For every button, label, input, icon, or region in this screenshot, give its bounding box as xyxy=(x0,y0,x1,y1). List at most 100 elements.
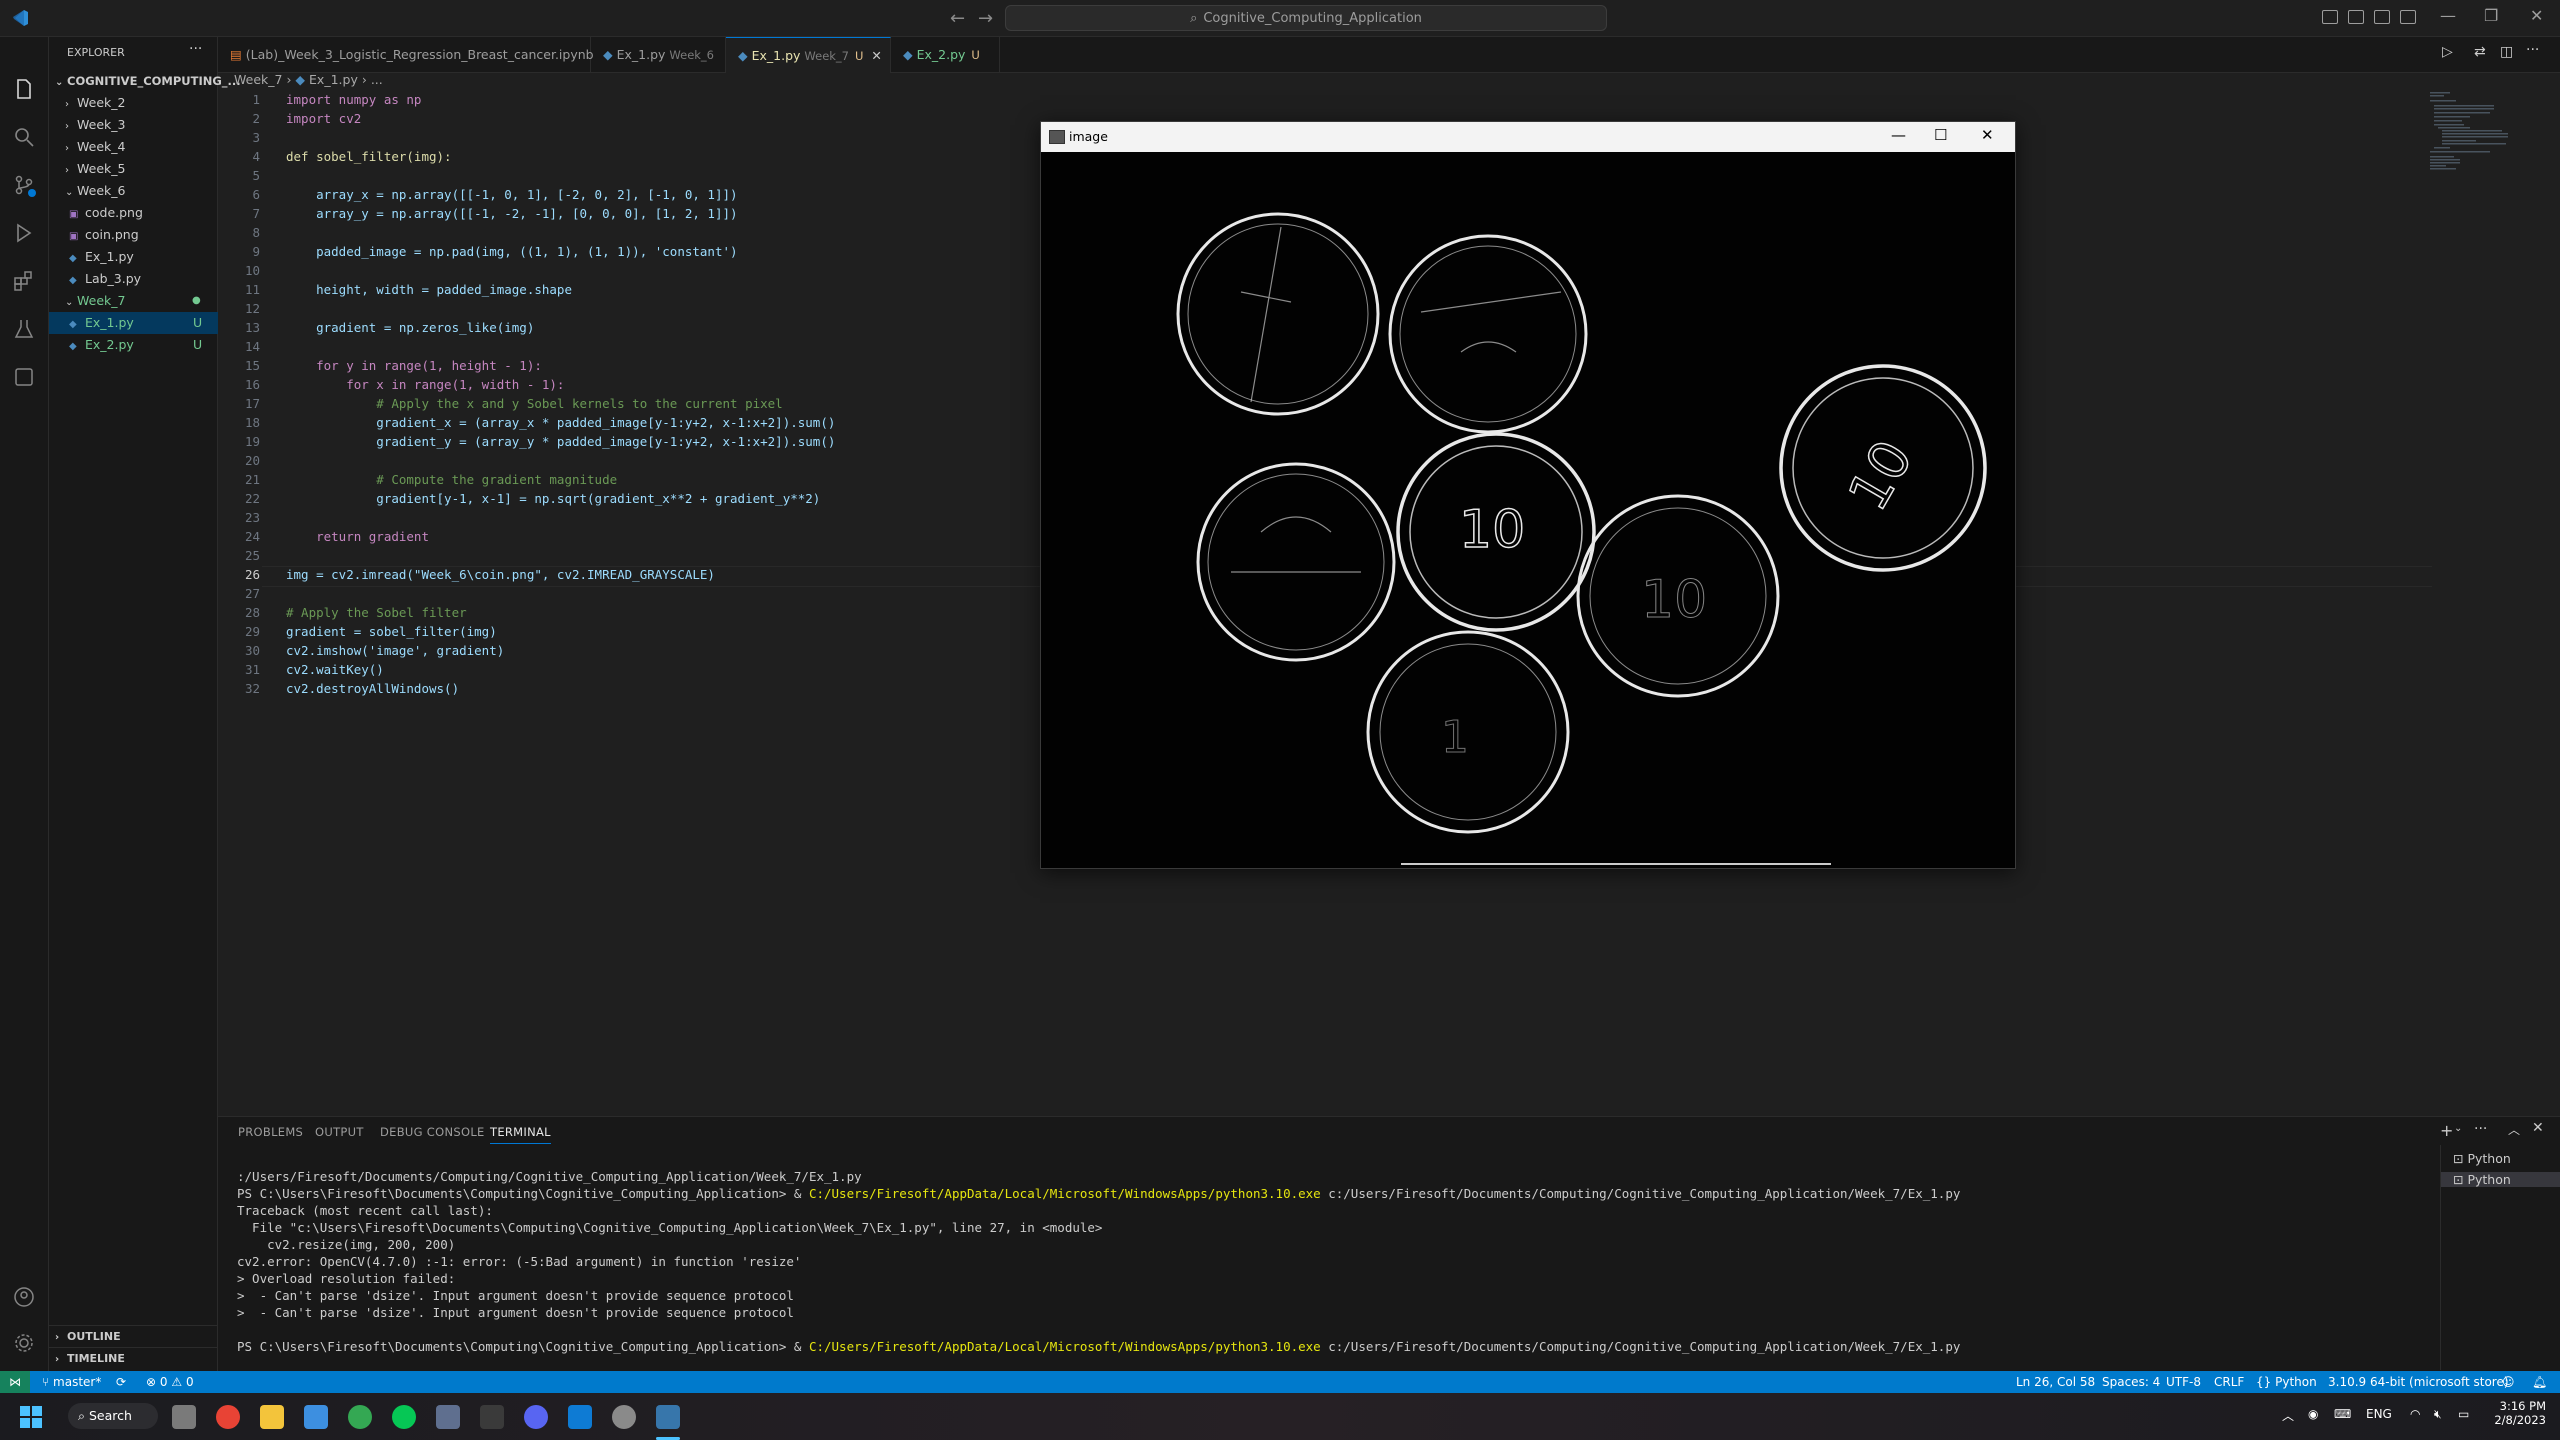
toggle-panel-icon[interactable] xyxy=(2348,10,2364,24)
code-line[interactable]: gradient_y = (array_y * padded_image[y-1… xyxy=(286,434,835,449)
vscode-taskbar-icon[interactable] xyxy=(568,1405,592,1429)
settings-app-icon[interactable] xyxy=(612,1405,636,1429)
code-line[interactable]: for x in range(1, width - 1): xyxy=(286,377,564,392)
maximize-icon[interactable]: ☐ xyxy=(1934,126,1947,144)
store-icon[interactable] xyxy=(304,1405,328,1429)
chevron-up-icon[interactable]: ︿ xyxy=(2282,1407,2294,1424)
testing-icon[interactable] xyxy=(12,317,36,341)
chrome-profile-icon[interactable] xyxy=(348,1405,372,1429)
cursor-position[interactable]: Ln 26, Col 58 xyxy=(2016,1371,2095,1393)
python-app-icon[interactable] xyxy=(656,1405,680,1429)
image-window-titlebar[interactable]: image — ☐ ✕ xyxy=(1041,122,2015,152)
code-line[interactable]: img = cv2.imread("Week_6\coin.png", cv2.… xyxy=(286,567,715,582)
encoding[interactable]: UTF-8 xyxy=(2166,1371,2201,1393)
breadcrumb[interactable]: Week_7 › ◆ Ex_1.py › ... xyxy=(234,72,383,90)
branch-indicator[interactable]: ⑂ master* xyxy=(42,1371,101,1393)
code-line[interactable]: height, width = padded_image.shape xyxy=(286,282,572,297)
new-terminal-icon[interactable]: + xyxy=(2440,1121,2453,1140)
code-line[interactable]: cv2.waitKey() xyxy=(286,662,384,677)
code-line[interactable]: cv2.destroyAllWindows() xyxy=(286,681,459,696)
sidebar-item-week7[interactable]: ⌄ Week_7 ● xyxy=(49,290,233,312)
tab-lab-week3-notebook[interactable]: ▤ (Lab)_Week_3_Logistic_Regression_Breas… xyxy=(218,37,594,72)
code-line[interactable]: array_x = np.array([[-1, 0, 1], [-2, 0, … xyxy=(286,187,737,202)
sidebar-item-week7-ex1[interactable]: ◆ Ex_1.py U xyxy=(49,312,237,334)
sidebar-item-lab3[interactable]: ◆ Lab_3.py xyxy=(49,268,237,290)
restore-icon[interactable]: ❐ xyxy=(2484,6,2498,25)
extensions-icon[interactable] xyxy=(12,269,36,293)
code-line[interactable]: gradient = sobel_filter(img) xyxy=(286,624,497,639)
remote-explorer-icon[interactable] xyxy=(12,365,36,389)
code-line[interactable]: # Apply the x and y Sobel kernels to the… xyxy=(286,396,782,411)
remote-indicator-icon[interactable]: ⋈ xyxy=(0,1371,30,1393)
code-line[interactable]: padded_image = np.pad(img, ((1, 1), (1, … xyxy=(286,244,737,259)
maximize-panel-icon[interactable]: ︿ xyxy=(2508,1121,2520,1138)
sync-icon[interactable]: ⟳ xyxy=(116,1371,126,1393)
back-arrow-icon[interactable]: ← xyxy=(950,8,965,29)
code-line[interactable]: import numpy as np xyxy=(286,92,421,107)
opencv-image-window[interactable]: image — ☐ ✕ 10 10 1 10 xyxy=(1040,121,2016,869)
close-icon[interactable]: ✕ xyxy=(1981,126,1994,144)
language-mode[interactable]: {} Python xyxy=(2256,1371,2317,1393)
toggle-secondary-sidebar-icon[interactable] xyxy=(2374,10,2390,24)
sidebar-item-week4[interactable]: › Week_4 xyxy=(49,136,233,158)
tray-app-icon[interactable]: ◉ xyxy=(2308,1407,2318,1421)
close-icon[interactable]: ✕ xyxy=(2530,6,2543,25)
keyboard-icon[interactable]: ⌨ xyxy=(2334,1407,2351,1421)
code-line[interactable]: gradient[y-1, x-1] = np.sqrt(gradient_x*… xyxy=(286,491,820,506)
task-view-icon[interactable] xyxy=(172,1405,196,1429)
clock[interactable]: 3:16 PM 2/8/2023 xyxy=(2490,1399,2546,1427)
minimap[interactable] xyxy=(2428,90,2548,170)
outline-section[interactable]: › OUTLINE xyxy=(49,1325,223,1348)
account-icon[interactable] xyxy=(12,1285,36,1309)
sidebar-item-week6-ex1[interactable]: ◆ Ex_1.py xyxy=(49,246,237,268)
terminal-app-icon[interactable] xyxy=(480,1405,504,1429)
run-debug-icon[interactable] xyxy=(12,221,36,245)
mail-icon[interactable] xyxy=(436,1405,460,1429)
battery-icon[interactable]: ▭ xyxy=(2458,1407,2469,1421)
file-explorer-icon[interactable] xyxy=(260,1405,284,1429)
workspace-root[interactable]: ⌄ COGNITIVE_COMPUTING_... xyxy=(49,70,241,92)
feedback-icon[interactable]: ☺ xyxy=(2502,1371,2515,1393)
tab-problems[interactable]: PROBLEMS xyxy=(238,1125,303,1139)
settings-gear-icon[interactable] xyxy=(12,1331,36,1355)
code-line[interactable]: return gradient xyxy=(286,529,429,544)
tab-debug-console[interactable]: DEBUG CONSOLE xyxy=(380,1125,485,1139)
problems-indicator[interactable]: ⊗ 0 ⚠ 0 xyxy=(146,1371,194,1393)
toggle-sidebar-icon[interactable] xyxy=(2322,10,2338,24)
code-line[interactable]: # Compute the gradient magnitude xyxy=(286,472,617,487)
windows-start-icon[interactable] xyxy=(20,1406,42,1428)
code-line[interactable]: cv2.imshow('image', gradient) xyxy=(286,643,504,658)
minimize-icon[interactable]: — xyxy=(2440,6,2456,25)
forward-arrow-icon[interactable]: → xyxy=(978,8,993,29)
open-changes-icon[interactable]: ⇄ xyxy=(2474,44,2486,60)
code-line[interactable]: array_y = np.array([[-1, -2, -1], [0, 0,… xyxy=(286,206,737,221)
line-endings[interactable]: CRLF xyxy=(2214,1371,2244,1393)
more-actions-icon[interactable]: ··· xyxy=(2474,1121,2487,1137)
volume-muted-icon[interactable]: 🔇︎ xyxy=(2434,1407,2442,1422)
close-tab-icon[interactable]: ✕ xyxy=(871,48,881,63)
tab-week6-ex1[interactable]: ◆ Ex_1.py Week_6 xyxy=(591,37,726,72)
explorer-icon[interactable] xyxy=(12,77,36,101)
tab-terminal[interactable]: TERMINAL xyxy=(490,1125,551,1144)
python-interpreter[interactable]: 3.10.9 64-bit (microsoft store) xyxy=(2328,1371,2509,1393)
input-language[interactable]: ENG xyxy=(2366,1407,2392,1421)
code-line[interactable]: for y in range(1, height - 1): xyxy=(286,358,542,373)
sidebar-item-week5[interactable]: › Week_5 xyxy=(49,158,233,180)
run-file-icon[interactable]: ▷ xyxy=(2442,44,2453,60)
chevron-down-icon[interactable]: ⌄ xyxy=(2454,1123,2462,1134)
tab-output[interactable]: OUTPUT xyxy=(315,1125,364,1139)
breadcrumb-folder[interactable]: Week_7 xyxy=(234,72,282,87)
tab-week7-ex1[interactable]: ◆ Ex_1.py Week_7 U ✕ xyxy=(726,37,891,73)
wifi-icon[interactable]: ◠ xyxy=(2410,1407,2420,1421)
code-line[interactable]: gradient = np.zeros_like(img) xyxy=(286,320,534,335)
code-line[interactable]: import cv2 xyxy=(286,111,361,126)
command-center-search[interactable]: ⌕ Cognitive_Computing_Application xyxy=(1005,5,1607,31)
indentation[interactable]: Spaces: 4 xyxy=(2102,1371,2160,1393)
code-line[interactable]: def sobel_filter(img): xyxy=(286,149,452,164)
code-line[interactable]: # Apply the Sobel filter xyxy=(286,605,467,620)
sidebar-item-week7-ex2[interactable]: ◆ Ex_2.py U xyxy=(49,334,237,356)
sidebar-item-code-png[interactable]: ▣ code.png xyxy=(49,202,237,224)
customize-layout-icon[interactable] xyxy=(2400,10,2416,24)
source-control-icon[interactable] xyxy=(12,173,36,197)
sidebar-item-week6[interactable]: ⌄ Week_6 xyxy=(49,180,233,202)
